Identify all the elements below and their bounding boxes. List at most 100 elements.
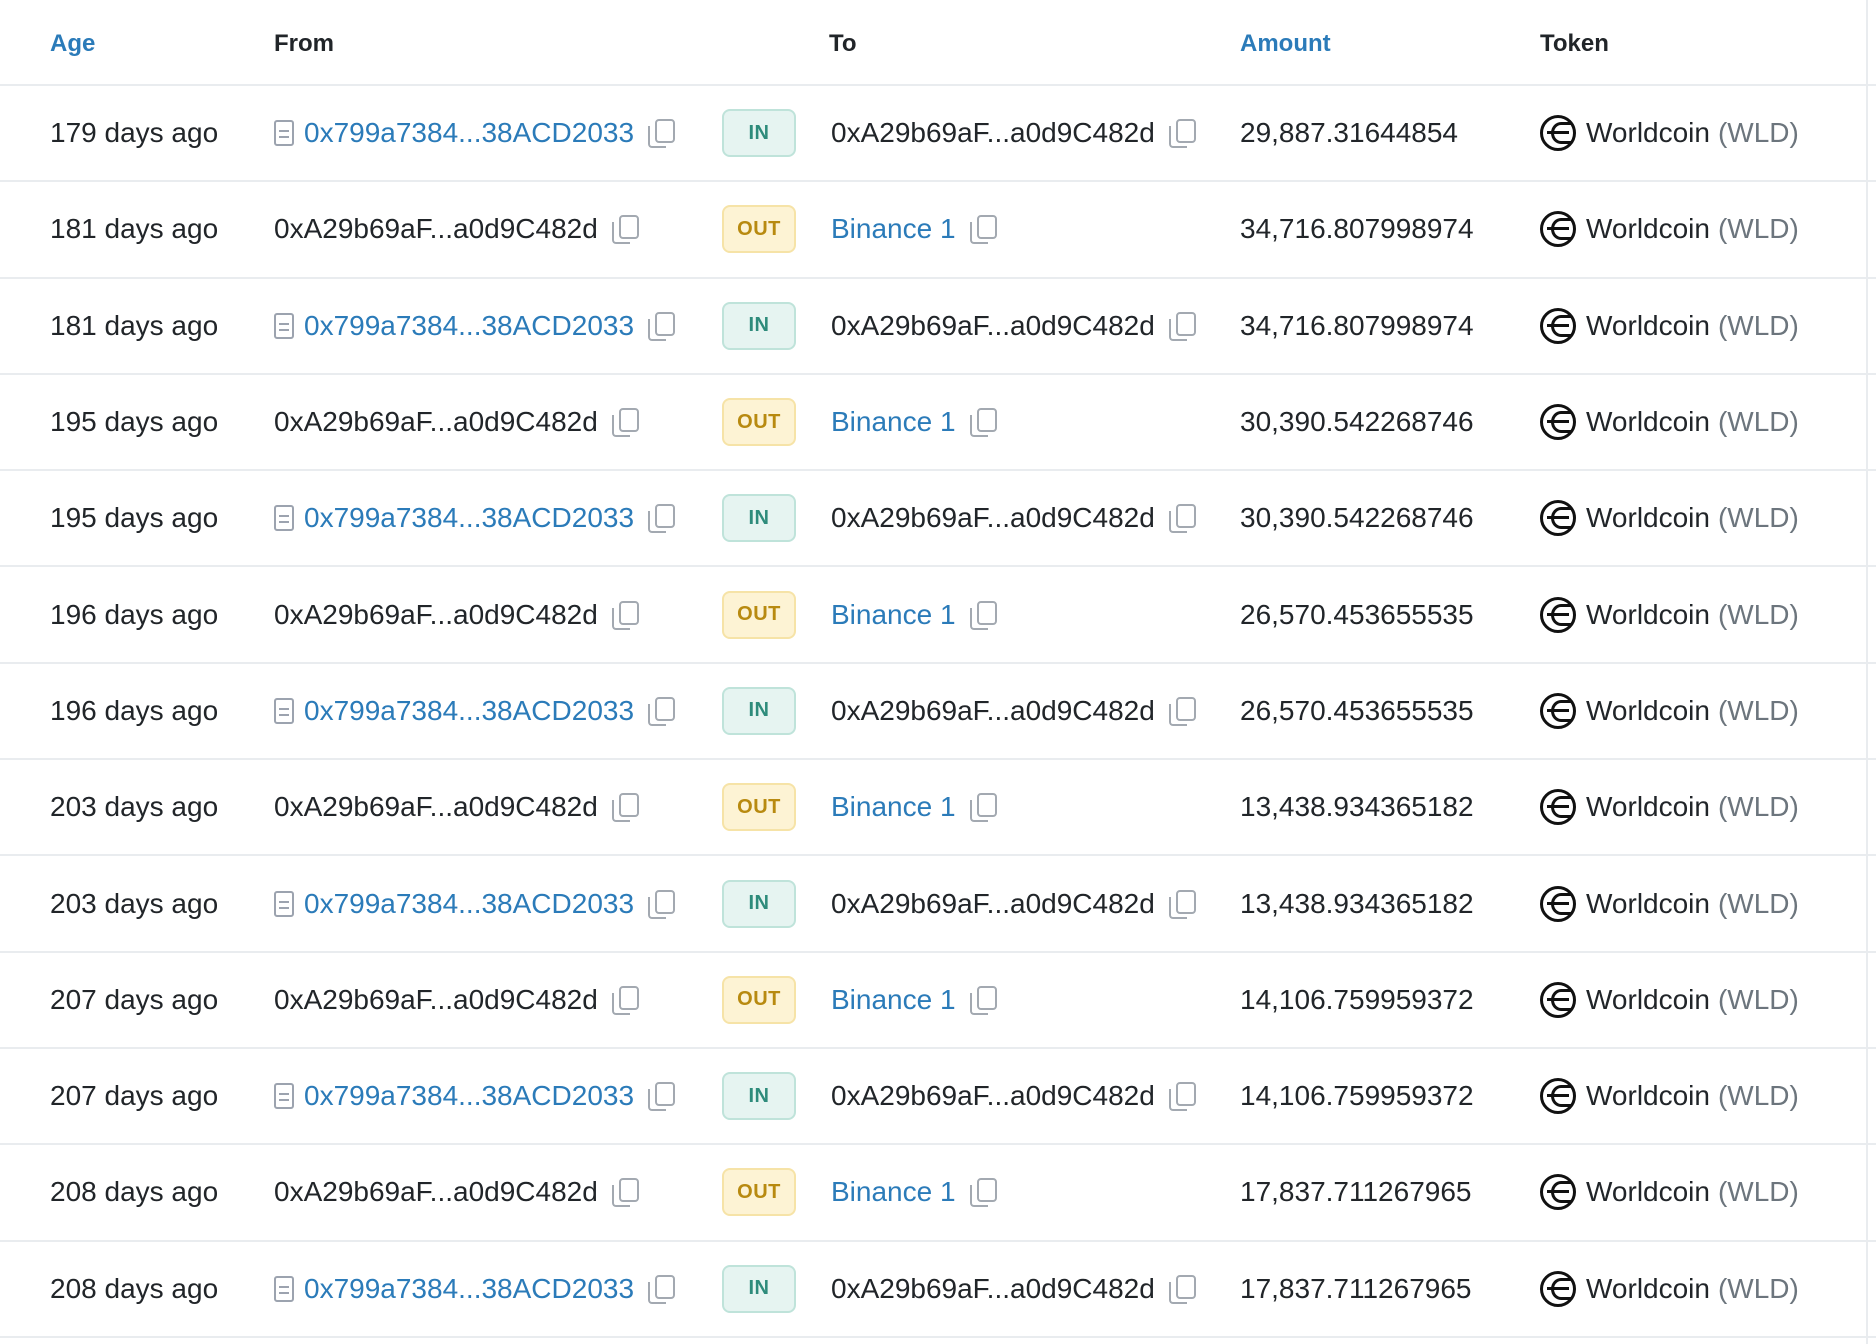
contract-document-icon [274, 890, 294, 917]
from-address: 0xA29b69aF...a0d9C482d [274, 213, 598, 245]
token-name[interactable]: Worldcoin [1586, 213, 1710, 245]
age-cell: 208 days ago [50, 1272, 219, 1304]
from-address[interactable]: 0x799a7384...38ACD2033 [304, 695, 634, 727]
column-header-amount[interactable]: Amount [1240, 30, 1331, 58]
copy-icon[interactable] [969, 215, 997, 245]
copy-icon[interactable] [1168, 1274, 1196, 1304]
token-name[interactable]: Worldcoin [1586, 1273, 1710, 1305]
direction-badge: OUT [722, 205, 796, 254]
copy-icon[interactable] [648, 119, 676, 149]
worldcoin-logo-icon [1540, 211, 1576, 248]
copy-icon[interactable] [648, 696, 676, 726]
token-symbol: (WLD) [1717, 791, 1799, 823]
from-address: 0xA29b69aF...a0d9C482d [274, 983, 598, 1015]
token-name[interactable]: Worldcoin [1586, 791, 1710, 823]
from-address[interactable]: 0x799a7384...38ACD2033 [304, 117, 634, 149]
to-address[interactable]: Binance 1 [831, 1176, 956, 1208]
copy-icon[interactable] [648, 1274, 676, 1304]
column-header-age[interactable]: Age [50, 30, 95, 58]
to-address: 0xA29b69aF...a0d9C482d [831, 117, 1155, 149]
token-symbol: (WLD) [1717, 1176, 1799, 1208]
amount-cell: 34,716.807998974 [1240, 213, 1474, 245]
age-cell: 207 days ago [50, 1080, 219, 1112]
contract-document-icon [274, 120, 294, 147]
direction-badge: IN [722, 1264, 796, 1313]
copy-icon[interactable] [1168, 504, 1196, 534]
from-address[interactable]: 0x799a7384...38ACD2033 [304, 888, 634, 920]
token-symbol: (WLD) [1717, 1272, 1799, 1304]
age-cell: 203 days ago [50, 887, 219, 919]
to-address[interactable]: Binance 1 [831, 984, 956, 1016]
direction-badge: OUT [722, 398, 796, 447]
copy-icon[interactable] [648, 1082, 676, 1112]
to-address[interactable]: Binance 1 [831, 791, 956, 823]
copy-icon[interactable] [969, 1178, 997, 1208]
to-address[interactable]: Binance 1 [831, 213, 956, 245]
worldcoin-logo-icon [1540, 885, 1576, 922]
copy-icon[interactable] [611, 985, 639, 1015]
copy-icon[interactable] [1168, 889, 1196, 919]
from-address: 0xA29b69aF...a0d9C482d [274, 406, 598, 438]
to-address: 0xA29b69aF...a0d9C482d [831, 887, 1155, 919]
copy-icon[interactable] [611, 408, 639, 438]
copy-icon[interactable] [648, 311, 676, 341]
token-symbol: (WLD) [1717, 309, 1799, 341]
token-symbol: (WLD) [1717, 983, 1799, 1015]
amount-cell: 26,570.453655535 [1240, 694, 1474, 726]
amount-cell: 17,837.711267965 [1240, 1272, 1472, 1304]
column-header-token: Token [1540, 30, 1609, 57]
copy-icon[interactable] [611, 600, 639, 630]
token-name[interactable]: Worldcoin [1586, 888, 1710, 920]
age-cell: 208 days ago [50, 1176, 219, 1208]
from-address[interactable]: 0x799a7384...38ACD2033 [304, 310, 634, 342]
token-symbol: (WLD) [1717, 598, 1799, 630]
copy-icon[interactable] [648, 504, 676, 534]
token-name[interactable]: Worldcoin [1586, 1080, 1710, 1112]
copy-icon[interactable] [969, 600, 997, 630]
contract-document-icon [274, 312, 294, 339]
to-address[interactable]: Binance 1 [831, 599, 956, 631]
copy-icon[interactable] [648, 889, 676, 919]
copy-icon[interactable] [611, 1178, 639, 1208]
token-name[interactable]: Worldcoin [1586, 1176, 1710, 1208]
age-cell: 181 days ago [50, 309, 219, 341]
contract-document-icon [274, 505, 294, 532]
amount-cell: 14,106.759959372 [1240, 983, 1474, 1015]
direction-badge: OUT [722, 783, 796, 832]
worldcoin-logo-icon [1540, 307, 1576, 344]
token-name[interactable]: Worldcoin [1586, 406, 1710, 438]
direction-badge: IN [722, 686, 796, 735]
direction-badge: OUT [722, 1168, 796, 1217]
copy-icon[interactable] [611, 215, 639, 245]
copy-icon[interactable] [1168, 1082, 1196, 1112]
age-cell: 195 days ago [50, 406, 219, 438]
copy-icon[interactable] [1168, 696, 1196, 726]
copy-icon[interactable] [969, 793, 997, 823]
copy-icon[interactable] [969, 985, 997, 1015]
to-address[interactable]: Binance 1 [831, 406, 956, 438]
token-name[interactable]: Worldcoin [1586, 984, 1710, 1016]
worldcoin-logo-icon [1540, 1078, 1576, 1115]
worldcoin-logo-icon [1540, 1174, 1576, 1211]
token-name[interactable]: Worldcoin [1586, 502, 1710, 534]
token-name[interactable]: Worldcoin [1586, 310, 1710, 342]
worldcoin-logo-icon [1540, 1270, 1576, 1307]
from-address[interactable]: 0x799a7384...38ACD2033 [304, 1273, 634, 1305]
token-name[interactable]: Worldcoin [1586, 117, 1710, 149]
token-name[interactable]: Worldcoin [1586, 599, 1710, 631]
table-row: 207 days ago 0xA29b69aF...a0d9C482d OUT Bin… [0, 953, 1876, 1049]
token-symbol: (WLD) [1717, 213, 1799, 245]
table-row: 207 days ago 0x799a7384...38ACD2033 IN 0xA2… [0, 1049, 1876, 1146]
from-address[interactable]: 0x799a7384...38ACD2033 [304, 502, 634, 534]
token-name[interactable]: Worldcoin [1586, 695, 1710, 727]
from-address[interactable]: 0x799a7384...38ACD2033 [304, 1080, 634, 1112]
direction-badge: OUT [722, 590, 796, 639]
worldcoin-logo-icon [1540, 692, 1576, 729]
copy-icon[interactable] [1168, 311, 1196, 341]
copy-icon[interactable] [969, 408, 997, 438]
token-symbol: (WLD) [1717, 502, 1799, 534]
copy-icon[interactable] [611, 793, 639, 823]
worldcoin-logo-icon [1540, 596, 1576, 633]
token-symbol: (WLD) [1717, 694, 1799, 726]
copy-icon[interactable] [1168, 119, 1196, 149]
